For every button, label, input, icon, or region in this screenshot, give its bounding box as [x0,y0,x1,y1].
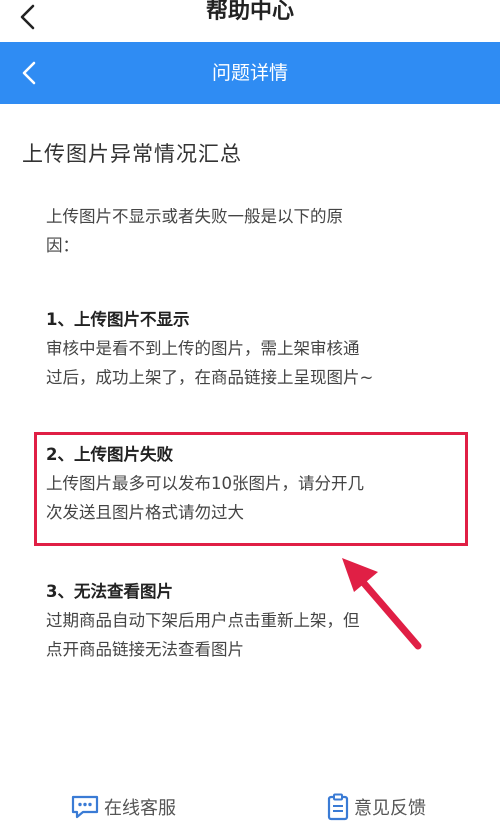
intro-line: 因： [46,236,79,255]
section-heading: 3、无法查看图片 [46,582,173,601]
bottom-action-bar: 在线客服 意见反馈 [0,780,500,833]
intro-line: 上传图片不显示或者失败一般是以下的原 [46,207,343,226]
chat-bubble-icon [71,795,99,819]
online-service-label: 在线客服 [104,798,176,819]
section-line: 过期商品自动下架后用户点击重新上架，但 [46,611,360,630]
section-heading: 1、上传图片不显示 [46,310,190,329]
section-line: 点开商品链接无法查看图片 [46,640,244,659]
section-line: 过后，成功上架了，在商品链接上呈现图片~ [46,368,374,387]
section-upload-not-shown: 1、上传图片不显示 审核中是看不到上传的图片，需上架审核通 过后，成功上架了，在… [46,305,446,392]
feedback-button[interactable]: 意见反馈 [326,792,426,822]
section-cannot-view: 3、无法查看图片 过期商品自动下架后用户点击重新上架，但 点开商品链接无法查看图… [46,577,446,664]
article-title: 上传图片异常情况汇总 [22,142,242,166]
detail-nav-bar: 问题详情 [0,42,500,104]
feedback-label: 意见反馈 [354,798,426,819]
clipboard-icon [327,793,349,821]
article-intro: 上传图片不显示或者失败一般是以下的原 因： [46,202,446,260]
highlight-box [34,432,468,546]
header-title: 帮助中心 [205,0,294,24]
nav-title: 问题详情 [211,62,288,84]
app-header: 帮助中心 [0,0,500,42]
section-line: 审核中是看不到上传的图片，需上架审核通 [46,339,360,358]
online-service-button[interactable]: 在线客服 [70,792,176,822]
